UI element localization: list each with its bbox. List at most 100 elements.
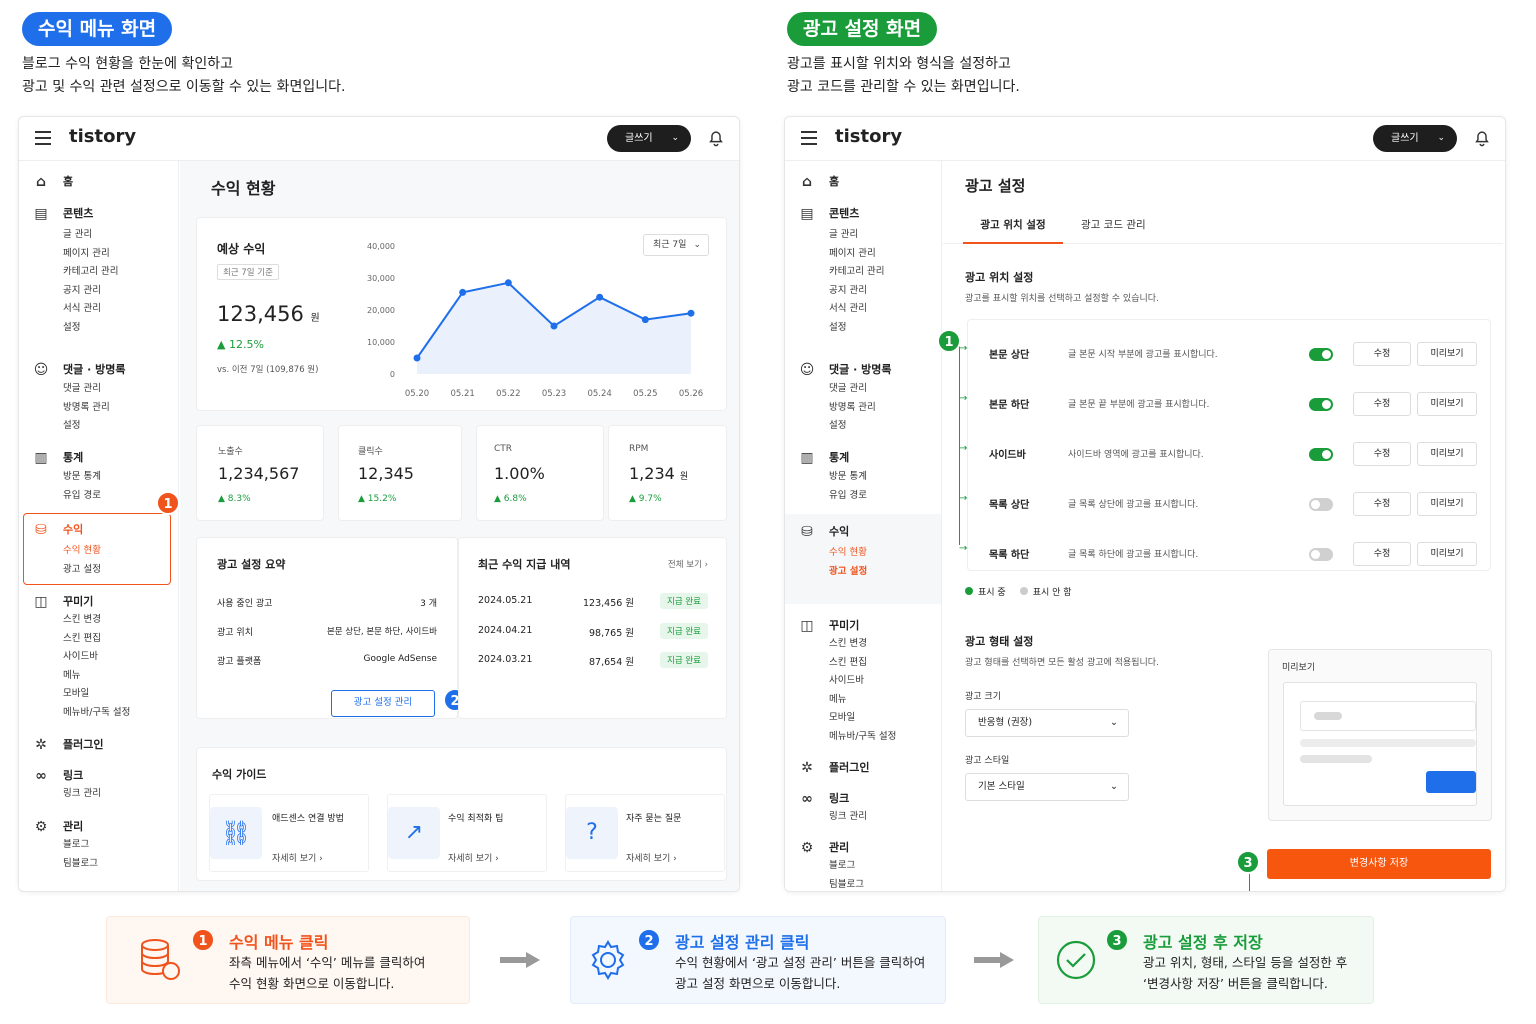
sidebar-subitem[interactable]: 설정	[63, 417, 125, 436]
data-point[interactable]	[504, 279, 512, 287]
sidebar-subitem[interactable]: 링크 관리	[63, 785, 101, 804]
preview-button[interactable]: 미리보기	[1417, 542, 1477, 566]
sidebar-subitem[interactable]: 스킨 변경	[829, 635, 896, 654]
sidebar-item-plugin[interactable]: ✲ 플러그인	[31, 736, 103, 754]
sidebar-subitem[interactable]: 모바일	[63, 685, 130, 704]
data-point[interactable]	[459, 288, 467, 296]
sidebar-item-link[interactable]: ∞ 링크	[31, 767, 101, 785]
edit-button[interactable]: 수정	[1353, 542, 1411, 566]
sidebar-subitem[interactable]: 스킨 편집	[63, 630, 130, 649]
sidebar-subitem[interactable]: 방문 통계	[63, 468, 101, 487]
sidebar-subitem[interactable]: 서식 관리	[63, 300, 118, 319]
sidebar-item-design[interactable]: ◫ 꾸미기	[797, 617, 896, 635]
sidebar-subitem[interactable]: 유입 경로	[829, 487, 867, 506]
bell-icon[interactable]	[707, 128, 725, 148]
sidebar-subitem[interactable]: 사이드바	[63, 648, 130, 667]
sidebar-subitem[interactable]: 설정	[829, 417, 891, 436]
sidebar-subitem[interactable]: 공지 관리	[829, 282, 884, 301]
ad-settings-manage-button[interactable]: 광고 설정 관리	[331, 690, 435, 717]
sidebar-item-home[interactable]: ⌂ 홈	[797, 173, 839, 191]
save-changes-button[interactable]: 변경사항 저장	[1267, 849, 1491, 879]
logo[interactable]: tistory	[835, 126, 902, 147]
data-point[interactable]	[641, 316, 649, 324]
sidebar-subitem[interactable]: 스킨 편집	[829, 654, 896, 673]
sidebar-subitem[interactable]: 방명록 관리	[63, 399, 125, 418]
guide-item[interactable]: ⛓ 애드센스 연결 방법 자세히 보기 ›	[209, 794, 369, 872]
preview-button[interactable]: 미리보기	[1417, 442, 1477, 466]
write-button[interactable]: 글쓰기 ⌄	[1373, 125, 1457, 152]
write-button[interactable]: 글쓰기 ⌄	[607, 125, 691, 152]
edit-button[interactable]: 수정	[1353, 492, 1411, 516]
menu-icon[interactable]	[35, 131, 51, 145]
sidebar-item-stats[interactable]: ▥ 통계	[31, 449, 101, 467]
sidebar-subitem[interactable]: 설정	[63, 319, 118, 338]
sidebar-subitem-revenue-status-overlay[interactable]: 수익 현황	[829, 544, 867, 563]
sidebar-subitem[interactable]: 사이드바	[829, 672, 896, 691]
sidebar-subitem[interactable]: 페이지 관리	[829, 245, 884, 264]
sidebar-item-content[interactable]: ▤ 콘텐츠	[31, 205, 118, 223]
sidebar-subitem[interactable]: 댓글 관리	[63, 380, 125, 399]
sidebar-subitem[interactable]: 메뉴바/구독 설정	[63, 704, 130, 723]
tab-ad-position[interactable]: 광고 위치 설정	[963, 217, 1063, 244]
data-point[interactable]	[550, 322, 558, 330]
sidebar-subitem[interactable]: 메뉴	[829, 691, 896, 710]
sidebar-subitem[interactable]: 댓글 관리	[829, 380, 891, 399]
data-point[interactable]	[596, 293, 604, 301]
preview-button[interactable]: 미리보기	[1417, 492, 1477, 516]
edit-button[interactable]: 수정	[1353, 392, 1411, 416]
sidebar-item-revenue[interactable]: ⛁ 수익	[31, 521, 101, 539]
sidebar-subitem-ad-settings[interactable]: 광고 설정	[63, 561, 101, 580]
sidebar-item-revenue[interactable]: ⛁ 수익	[797, 523, 867, 541]
sidebar-item-design[interactable]: ◫ 꾸미기	[31, 593, 130, 611]
tab-ad-code[interactable]: 광고 코드 관리	[1081, 217, 1146, 232]
sidebar-subitem[interactable]: 메뉴바/구독 설정	[829, 728, 896, 747]
sidebar-item-home[interactable]: ⌂ 홈	[31, 173, 73, 191]
position-toggle[interactable]	[1309, 448, 1333, 461]
sidebar-subitem[interactable]: 모바일	[829, 709, 896, 728]
sidebar-subitem[interactable]: 방문 통계	[829, 468, 867, 487]
view-all-link[interactable]: 전체 보기 ›	[668, 558, 708, 570]
sidebar-subitem[interactable]: 글 관리	[829, 226, 884, 245]
sidebar-subitem-revenue-status[interactable]: 수익 현황	[63, 542, 101, 561]
data-point[interactable]	[413, 354, 421, 362]
sidebar-subitem[interactable]: 메뉴	[63, 667, 130, 686]
sidebar-item-content[interactable]: ▤ 콘텐츠	[797, 205, 884, 223]
sidebar-item-plugin[interactable]: ✲ 플러그인	[797, 759, 869, 777]
sidebar-subitem[interactable]: 글 관리	[63, 226, 118, 245]
guide-item[interactable]: ↗ 수익 최적화 팁 자세히 보기 ›	[387, 794, 547, 872]
position-toggle[interactable]	[1309, 498, 1333, 511]
sidebar-subitem[interactable]: 설정	[829, 319, 884, 338]
sidebar-subitem-ad-settings[interactable]: 광고 설정	[829, 563, 867, 582]
menu-icon[interactable]	[801, 131, 817, 145]
sidebar-subitem[interactable]: 블로그	[829, 857, 864, 876]
size-select[interactable]: 반응형 (권장) ⌄	[965, 709, 1129, 737]
sidebar-subitem[interactable]: 블로그	[63, 836, 98, 855]
position-toggle[interactable]	[1309, 348, 1333, 361]
sidebar-subitem[interactable]: 카테고리 관리	[829, 263, 884, 282]
preview-button[interactable]: 미리보기	[1417, 342, 1477, 366]
sidebar-item-manage[interactable]: ⚙ 관리	[797, 839, 864, 857]
sidebar-subitem[interactable]: 서식 관리	[829, 300, 884, 319]
data-point[interactable]	[687, 309, 695, 317]
style-select[interactable]: 기본 스타일 ⌄	[965, 773, 1129, 801]
position-toggle[interactable]	[1309, 548, 1333, 561]
position-toggle[interactable]	[1309, 398, 1333, 411]
sidebar-subitem[interactable]: 방명록 관리	[829, 399, 891, 418]
sidebar-subitem[interactable]: 스킨 변경	[63, 611, 130, 630]
bell-icon[interactable]	[1473, 128, 1491, 148]
sidebar-item-manage[interactable]: ⚙ 관리	[31, 818, 98, 836]
logo[interactable]: tistory	[69, 126, 136, 147]
sidebar-subitem[interactable]: 공지 관리	[63, 282, 118, 301]
sidebar-item-comments[interactable]: ☺ 댓글 · 방명록	[31, 361, 126, 379]
sidebar-subitem[interactable]: 페이지 관리	[63, 245, 118, 264]
edit-button[interactable]: 수정	[1353, 442, 1411, 466]
guide-item[interactable]: ? 자주 묻는 질문 자세히 보기 ›	[565, 794, 725, 872]
sidebar-item-comments[interactable]: ☺ 댓글 · 방명록	[797, 361, 892, 379]
sidebar-item-stats[interactable]: ▥ 통계	[797, 449, 867, 467]
edit-button[interactable]: 수정	[1353, 342, 1411, 366]
sidebar-subitem[interactable]: 팀블로그	[829, 876, 864, 892]
sidebar-subitem[interactable]: 카테고리 관리	[63, 263, 118, 282]
sidebar-subitem[interactable]: 팀블로그	[63, 855, 98, 874]
sidebar-subitem[interactable]: 링크 관리	[829, 808, 867, 827]
sidebar-subitem[interactable]: 유입 경로	[63, 487, 101, 506]
